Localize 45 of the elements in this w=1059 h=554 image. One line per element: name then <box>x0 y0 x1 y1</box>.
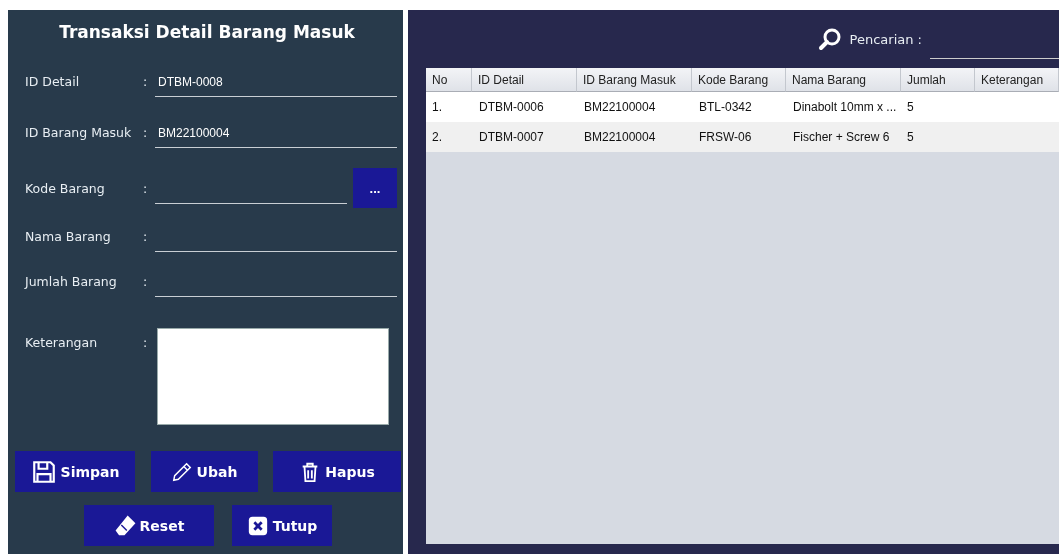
colon: : <box>143 125 149 142</box>
pencil-icon <box>170 460 193 483</box>
save-button[interactable]: Simpan <box>15 451 135 492</box>
search-label: Pencarian : <box>849 31 922 47</box>
field-label: ID Barang Masuk <box>25 125 133 142</box>
table-cell: BM22100004 <box>584 100 656 114</box>
field-label: Keterangan <box>25 335 99 352</box>
field-label: ID Detail <box>25 74 81 91</box>
field-label: Nama Barang <box>25 229 112 246</box>
field-label: Jumlah Barang <box>25 274 118 291</box>
field-label: Kode Barang <box>25 181 106 198</box>
table-cell: 5 <box>907 130 914 144</box>
column-header[interactable]: Kode Barang <box>692 68 786 92</box>
table-cell: Fischer + Screw 6 <box>793 130 890 144</box>
colon: : <box>143 229 149 246</box>
column-header[interactable]: ID Barang Masuk <box>577 68 692 92</box>
search-icon <box>817 27 842 51</box>
close-icon <box>246 514 269 537</box>
column-header[interactable]: Nama Barang <box>786 68 901 92</box>
table-cell: 2. <box>432 130 442 144</box>
table-cell: Dinabolt 10mm x ... <box>793 100 897 114</box>
close-button[interactable]: Tutup <box>232 505 332 546</box>
table-cell: 5 <box>907 100 914 114</box>
browse-button[interactable]: ... <box>353 168 397 208</box>
eraser-icon <box>113 514 136 537</box>
delete-button[interactable]: Hapus <box>273 451 401 492</box>
colon: : <box>143 74 149 91</box>
table-cell: FRSW-06 <box>699 130 752 144</box>
table-cell: DTBM-0007 <box>479 130 544 144</box>
colon: : <box>143 181 149 198</box>
column-header[interactable]: Jumlah <box>901 68 975 92</box>
colon: : <box>143 274 149 291</box>
table-cell: BM22100004 <box>584 130 656 144</box>
column-header[interactable]: Keterangan <box>975 68 1059 92</box>
reset-button[interactable]: Reset <box>84 505 214 546</box>
input-field[interactable]: BM22100004 <box>155 119 397 148</box>
column-header[interactable]: No <box>426 68 472 92</box>
edit-button[interactable]: Ubah <box>150 451 258 492</box>
table-cell: DTBM-0006 <box>479 100 544 114</box>
column-header[interactable]: ID Detail <box>472 68 577 92</box>
input-field[interactable]: DTBM-0008 <box>155 68 397 97</box>
table-cell: BTL-0342 <box>699 100 752 114</box>
table-cell: 1. <box>432 100 442 114</box>
form-title: Transaksi Detail Barang Masuk <box>58 22 356 42</box>
colon: : <box>143 335 149 352</box>
